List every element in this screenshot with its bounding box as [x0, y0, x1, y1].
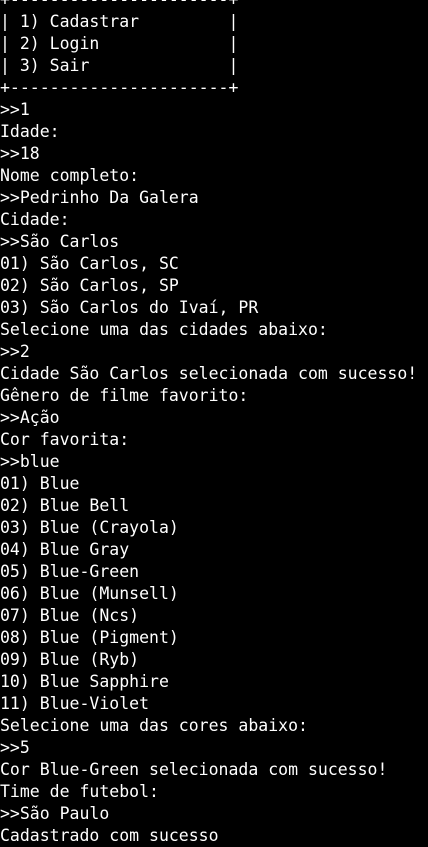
terminal-line-prompt: Nome completo: [0, 166, 140, 185]
terminal-line-option: 02) São Carlos, SP [0, 276, 179, 295]
terminal-line-menu-border: +----------------------+ [0, 0, 428, 11]
terminal-line-prompt: Selecione uma das cores abaixo: [0, 716, 308, 735]
terminal-line-option: 08) Blue (Pigment) [0, 628, 179, 647]
terminal-line-prompt: Idade: [0, 122, 60, 141]
terminal-line-message: Cor Blue-Green selecionada com sucesso! [0, 760, 388, 779]
terminal-line-prompt: Selecione uma das cidades abaixo: [0, 320, 328, 339]
terminal-line-input: >>Pedrinho Da Galera [0, 188, 199, 207]
terminal-line-input: >>18 [0, 144, 40, 163]
terminal-output: +----------------------+| 1) Cadastrar |… [0, 0, 428, 847]
terminal-line-option: 10) Blue Sapphire [0, 672, 169, 691]
terminal-line-option: 01) Blue [0, 474, 80, 493]
terminal-line-input: >>1 [0, 100, 30, 119]
terminal-line-option: 04) Blue Gray [0, 540, 130, 559]
terminal-line-message: Cidade São Carlos selecionada com sucess… [0, 364, 418, 383]
terminal-line-option: 07) Blue (Ncs) [0, 606, 140, 625]
terminal-line-option: 11) Blue-Violet [0, 694, 150, 713]
terminal-line-option: 02) Blue Bell [0, 496, 130, 515]
terminal-line-input: >>2 [0, 342, 30, 361]
terminal-line-prompt: Cidade: [0, 210, 70, 229]
terminal-line-input: >>Ação [0, 408, 60, 427]
terminal-line-option: 03) Blue (Crayola) [0, 518, 179, 537]
terminal-line-menu-item: | 3) Sair | [0, 56, 239, 75]
terminal-line-option: 01) São Carlos, SC [0, 254, 179, 273]
terminal-line-input: >>São Carlos [0, 232, 120, 251]
terminal-line-input: >>São Paulo [0, 804, 110, 823]
terminal-line-input: >>5 [0, 738, 30, 757]
terminal-line-prompt: Time de futebol: [0, 782, 159, 801]
terminal-line-option: 06) Blue (Munsell) [0, 584, 179, 603]
terminal-line-message: Cadastrado com sucesso [0, 826, 219, 845]
terminal-line-menu-item: | 2) Login | [0, 34, 239, 53]
terminal-line-menu-item: | 1) Cadastrar | [0, 12, 239, 31]
terminal-line-option: 09) Blue (Ryb) [0, 650, 140, 669]
terminal-line-option: 05) Blue-Green [0, 562, 140, 581]
terminal-line-menu-border: +----------------------+ [0, 78, 239, 97]
terminal-line-input: >>blue [0, 452, 60, 471]
terminal-line-prompt: Cor favorita: [0, 430, 130, 449]
terminal-line-option: 03) São Carlos do Ivaí, PR [0, 298, 259, 317]
terminal-line-prompt: Gênero de filme favorito: [0, 386, 249, 405]
